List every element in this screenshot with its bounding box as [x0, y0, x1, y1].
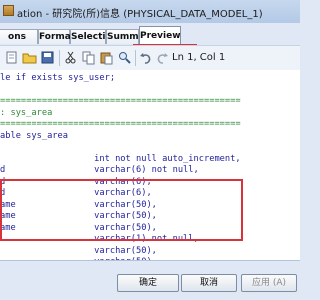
- toolbar-separator: [59, 50, 60, 66]
- redo-icon[interactable]: [154, 50, 169, 65]
- editor-toolbar: Ln 1, Col 1: [0, 45, 300, 71]
- code-line: d varchar(6) not null,: [0, 165, 199, 175]
- toolbar-separator: [135, 50, 136, 66]
- code-line: : sys_area: [0, 107, 53, 118]
- cursor-position: Ln 1, Col 1: [172, 52, 226, 63]
- table-icon: [3, 5, 14, 16]
- code-line: ========================================…: [0, 119, 241, 129]
- open-folder-icon[interactable]: [22, 50, 37, 65]
- code-line: able sys_area: [0, 130, 68, 141]
- ok-button[interactable]: 确定: [117, 274, 179, 292]
- save-icon[interactable]: [40, 50, 55, 65]
- code-line: le if exists sys_user;: [0, 73, 116, 83]
- tab-selection[interactable]: Selection: [70, 29, 118, 44]
- tab-strip: ons Format Selection Summary Preview: [0, 23, 300, 69]
- title-bar: ation - 研究院(所)信息 (PHYSICAL_DATA_MODEL_1): [0, 0, 300, 24]
- window-title: ation - 研究院(所)信息 (PHYSICAL_DATA_MODEL_1): [17, 9, 263, 20]
- dialog-footer: 确定 取消 应用 (A): [0, 261, 300, 300]
- undo-icon[interactable]: [139, 50, 154, 65]
- code-line: int not null auto_increment,: [0, 153, 241, 164]
- cut-icon[interactable]: [63, 50, 78, 65]
- tab-format[interactable]: Format: [38, 29, 75, 44]
- tab-preview[interactable]: Preview: [139, 26, 181, 45]
- tab-summary[interactable]: Summary: [106, 29, 155, 44]
- create-table-highlight: [0, 179, 243, 241]
- paste-icon[interactable]: [99, 50, 114, 65]
- code-line: ========================================…: [0, 96, 241, 106]
- code-line: varchar(50),: [0, 245, 157, 256]
- page-icon[interactable]: [4, 50, 19, 65]
- find-icon[interactable]: [117, 50, 132, 65]
- copy-icon[interactable]: [81, 50, 96, 65]
- cancel-button[interactable]: 取消: [181, 274, 237, 292]
- sql-preview-editor[interactable]: le if exists sys_user; ==================…: [0, 70, 300, 261]
- apply-button[interactable]: 应用 (A): [241, 274, 297, 292]
- tab-options[interactable]: ons: [0, 29, 38, 44]
